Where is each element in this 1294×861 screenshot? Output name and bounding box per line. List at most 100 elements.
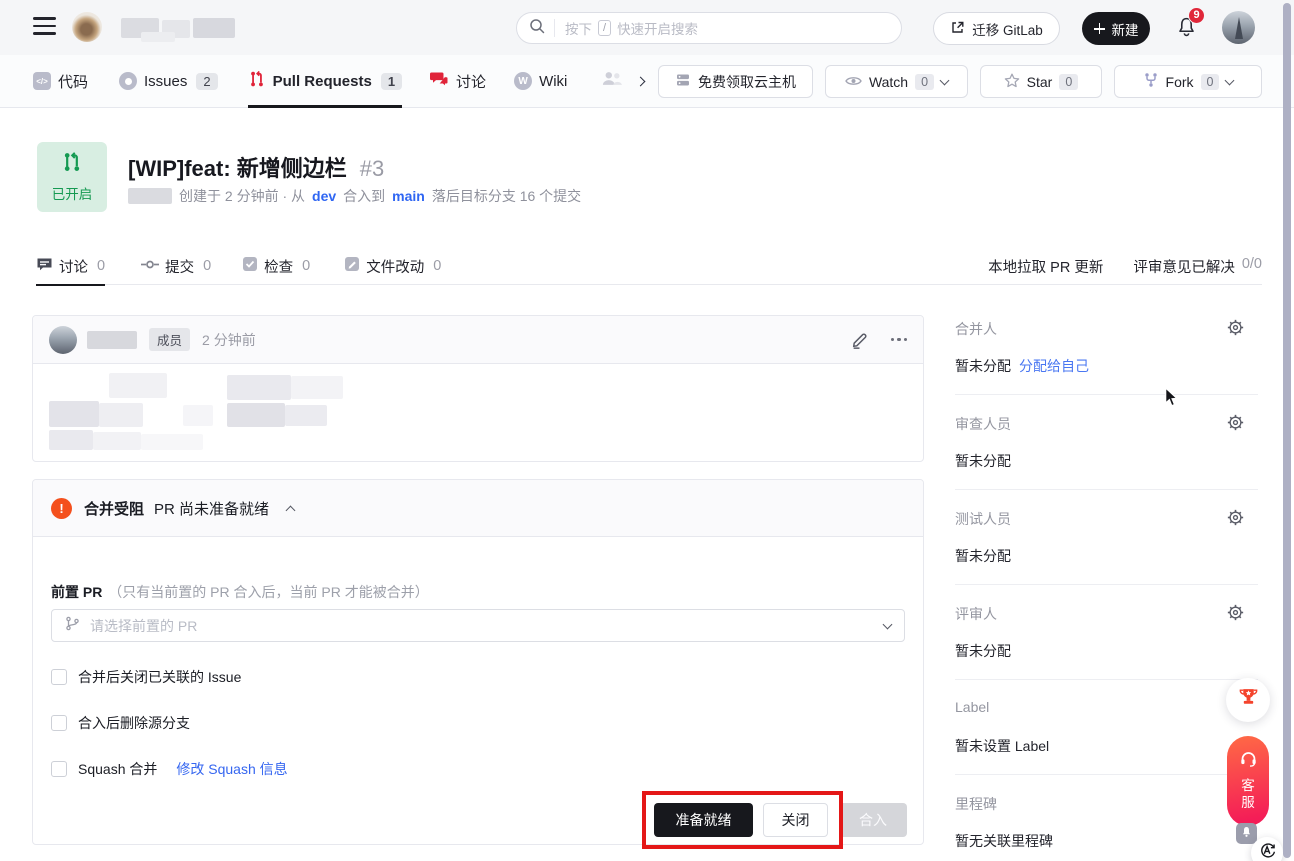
merge-blocked-title: 合并受阻 (84, 498, 144, 519)
server-icon (675, 72, 691, 91)
ready-button[interactable]: 准备就绪 (654, 803, 753, 837)
checkbox-row-delete-branch: 合入后删除源分支 (51, 713, 190, 733)
sidebar-section-reviewers: 审查人员 暂未分配 (955, 395, 1258, 490)
review-resolved-count: 0/0 (1242, 256, 1262, 277)
comment-icon (36, 257, 53, 276)
notification-count-badge: 9 (1188, 7, 1205, 24)
close-issue-label: 合并后关闭已关联的 Issue (78, 667, 241, 687)
new-button[interactable]: 新建 (1082, 12, 1150, 45)
plus-icon (1094, 23, 1105, 34)
rewards-trophy-button[interactable] (1226, 678, 1270, 722)
search-placeholder: 按下 / 快速开启搜索 (565, 18, 698, 38)
testers-gear-icon[interactable] (1227, 509, 1244, 531)
tab-wiki[interactable]: W Wiki (514, 55, 567, 108)
sidebar-section-label: Label 暂未设置 Label (955, 680, 1258, 775)
sidebar-section-judges: 评审人 暂未分配 (955, 585, 1258, 680)
migrate-gitlab-button[interactable]: 迁移 GitLab (933, 12, 1060, 45)
file-edit-icon (344, 256, 360, 276)
tab-code[interactable]: </> 代码 (33, 55, 88, 108)
tab-discussion[interactable]: 讨论 (430, 55, 486, 108)
sidebar-section-milestone: 里程碑 暂无关联里程碑 (955, 775, 1258, 861)
chat-icon (430, 71, 449, 92)
star-count-badge: 0 (1059, 74, 1078, 90)
merge-button-disabled[interactable]: 合入 (839, 803, 907, 837)
delete-branch-checkbox[interactable] (51, 715, 67, 731)
comment-timestamp: 2 分钟前 (202, 330, 256, 350)
edit-squash-info-link[interactable]: 修改 Squash 信息 (176, 759, 287, 779)
prereq-pr-label-row: 前置 PR （只有当前置的 PR 合入后，当前 PR 才能被合并） (51, 582, 429, 602)
issues-icon (119, 72, 137, 90)
pr-sidebar: 合并人 暂未分配 分配给自己 审查人员 暂未分配 测试人员 暂未分配 评审人 (955, 300, 1258, 861)
redacted-comment-content (33, 364, 923, 462)
prereq-pr-hint: （只有当前置的 PR 合入后，当前 PR 才能被合并） (108, 584, 428, 600)
fork-button[interactable]: Fork 0 (1114, 65, 1262, 98)
trophy-icon (1237, 686, 1260, 714)
redacted-author-name (128, 188, 172, 204)
checkbox-row-close-issue: 合并后关闭已关联的 Issue (51, 667, 241, 687)
mini-bell-icon (1241, 825, 1252, 843)
merge-blocked-header: ! 合并受阻 PR 尚未准备就绪 (33, 480, 923, 537)
more-actions-icon[interactable] (891, 338, 908, 342)
headset-icon (1239, 751, 1258, 772)
current-user-avatar[interactable] (1222, 11, 1255, 44)
pull-request-open-icon (61, 151, 83, 178)
squash-checkbox[interactable] (51, 761, 67, 777)
comment-author-avatar[interactable] (49, 326, 77, 354)
customer-support-button[interactable]: 客服 (1227, 736, 1269, 826)
tab-pr-commits[interactable]: 提交 0 (141, 248, 211, 285)
translate-icon (1259, 842, 1276, 861)
tab-pr-checks[interactable]: 检查 0 (242, 248, 310, 285)
watch-count-badge: 0 (915, 74, 934, 90)
fork-count-badge: 0 (1201, 74, 1220, 90)
redacted-comment-author (87, 331, 137, 349)
close-issue-checkbox[interactable] (51, 669, 67, 685)
merge-blocked-subtitle: PR 尚未准备就绪 (154, 498, 269, 519)
repo-owner-avatar[interactable] (72, 12, 102, 42)
pull-pr-update-link[interactable]: 本地拉取 PR 更新 (988, 256, 1103, 277)
fork-icon (1143, 72, 1159, 91)
bell-icon (1176, 25, 1197, 42)
hamburger-menu-icon[interactable] (33, 17, 56, 37)
member-role-badge: 成员 (149, 328, 190, 351)
watch-dropdown-chevron (940, 75, 950, 85)
search-divider (554, 19, 555, 37)
notifications-bell[interactable]: 9 (1176, 15, 1202, 41)
slash-key-icon: / (598, 20, 611, 36)
pr-title: [WIP]feat: 新增侧边栏#3 (128, 151, 384, 183)
checkbox-row-squash: Squash 合并 修改 Squash 信息 (51, 759, 288, 779)
vertical-scrollbar[interactable] (1283, 3, 1291, 858)
pr-meta-line: 创建于 2 分钟前 · 从 dev 合入到 main 落后目标分支 16 个提交 (128, 186, 581, 206)
translate-button[interactable] (1251, 837, 1283, 861)
select-chevron-icon (883, 619, 893, 629)
warning-icon: ! (51, 498, 72, 519)
repo-action-buttons: 免费领取云主机 Watch 0 Star 0 (658, 65, 1262, 98)
edit-comment-icon[interactable] (851, 331, 869, 349)
tab-pr-discussion[interactable]: 讨论 0 (36, 248, 105, 285)
tab-pr-file-changes[interactable]: 文件改动 0 (344, 248, 441, 285)
target-branch-link[interactable]: main (392, 188, 425, 204)
collapse-chevron[interactable] (286, 505, 296, 515)
gitee-pull-request-page: 按下 / 快速开启搜索 迁移 GitLab 新建 9 </> 代码 (0, 0, 1294, 861)
prereq-pr-select[interactable]: 请选择前置的 PR (51, 609, 905, 642)
select-placeholder: 请选择前置的 PR (90, 616, 197, 636)
reviewers-gear-icon[interactable] (1227, 414, 1244, 436)
close-pr-button[interactable]: 关闭 (763, 803, 828, 837)
support-label: 客服 (1241, 777, 1256, 811)
judges-gear-icon[interactable] (1227, 604, 1244, 626)
source-branch-link[interactable]: dev (312, 188, 336, 204)
nav-overflow-chevron[interactable] (636, 76, 646, 86)
assignee-gear-icon[interactable] (1227, 319, 1244, 341)
pr-status-label: 已开启 (52, 183, 93, 203)
members-icon (601, 71, 623, 91)
free-cloud-host-button[interactable]: 免费领取云主机 (658, 65, 813, 98)
watch-button[interactable]: Watch 0 (825, 65, 968, 98)
assign-to-self-link[interactable]: 分配给自己 (1019, 356, 1089, 376)
tab-issues[interactable]: Issues 2 (119, 55, 218, 108)
search-input[interactable]: 按下 / 快速开启搜索 (516, 12, 902, 44)
pr-number: #3 (360, 156, 384, 181)
review-resolved[interactable]: 评审意见已解决 0/0 (1133, 256, 1262, 277)
mini-notification-button[interactable] (1236, 823, 1257, 844)
star-button[interactable]: Star 0 (980, 65, 1102, 98)
pull-request-icon (248, 70, 266, 92)
tab-pull-requests[interactable]: Pull Requests 1 (248, 55, 402, 108)
